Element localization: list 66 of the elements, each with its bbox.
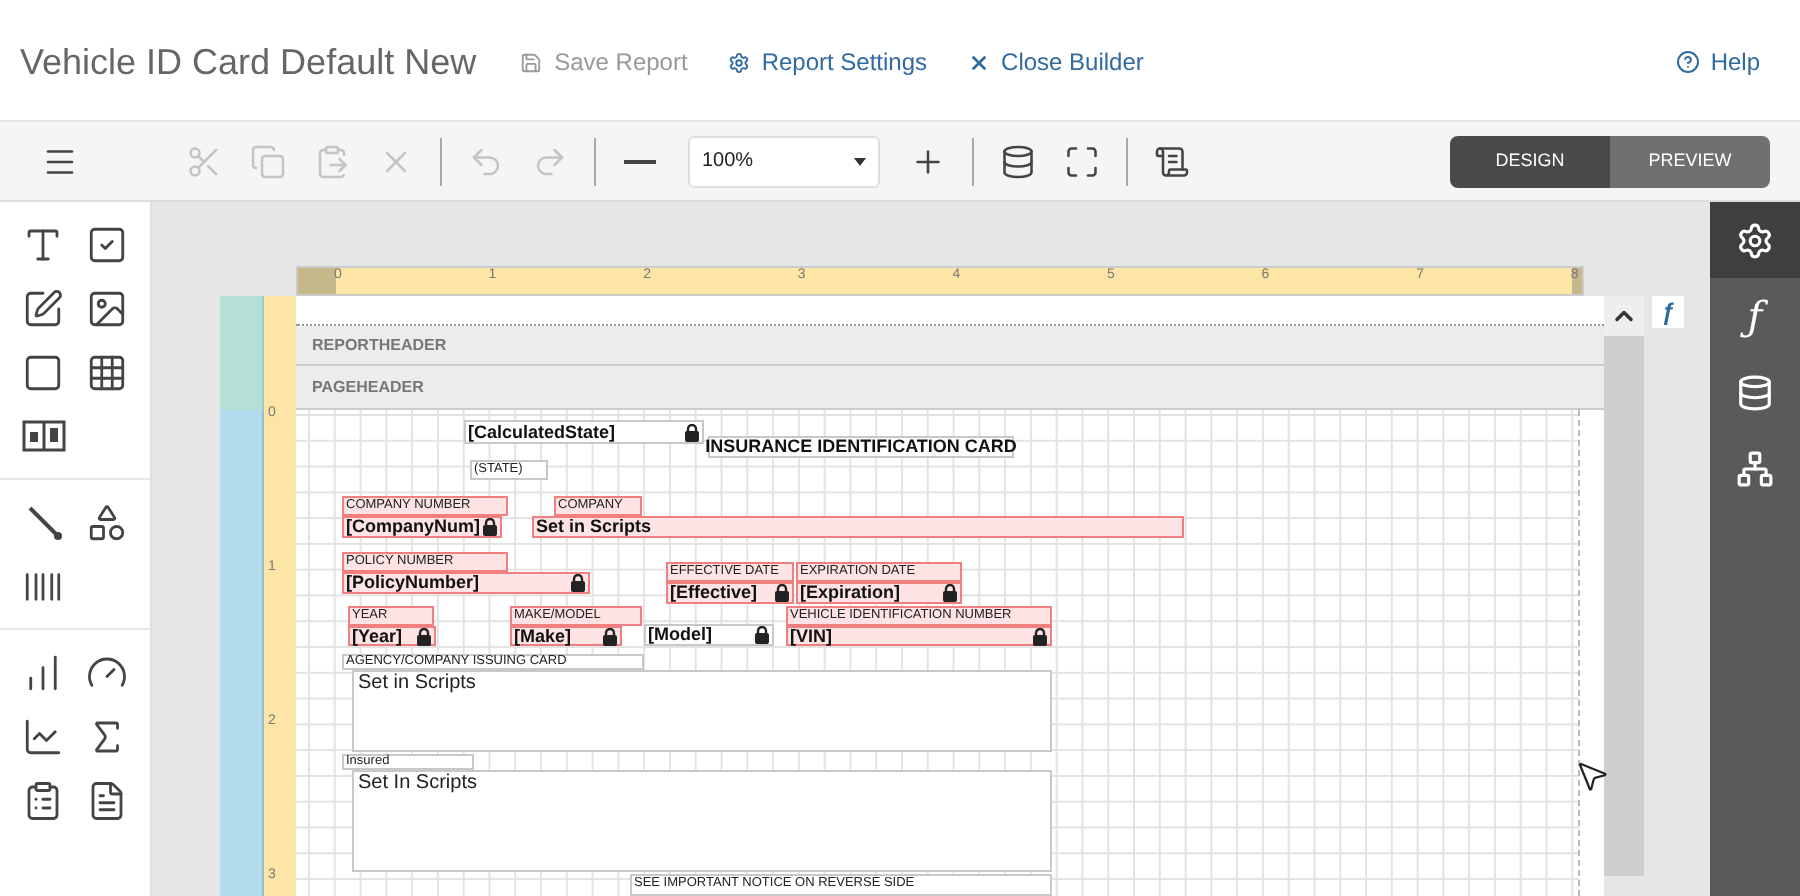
field-text: Set in Scripts	[358, 674, 476, 694]
data-field[interactable]: [PolicyNumber]	[342, 572, 590, 594]
scrollbar[interactable]	[1604, 336, 1644, 876]
settings-tab[interactable]	[1710, 202, 1800, 278]
paste-icon	[314, 143, 350, 179]
dropdown-caret-icon	[854, 157, 866, 165]
ruler-margin	[1572, 268, 1582, 294]
image-icon[interactable]	[85, 287, 128, 329]
scroll-up-button[interactable]	[1604, 296, 1644, 336]
field-text: [CompanyNum]	[346, 518, 480, 536]
field-text: Set in Scripts	[536, 518, 652, 536]
data-field[interactable]: [Year]	[348, 626, 436, 646]
view-tab[interactable]: DESIGN	[1450, 135, 1610, 187]
zoom-select[interactable]: 100%	[688, 135, 880, 187]
field-text: [VIN]	[790, 627, 832, 645]
view-tab[interactable]: PREVIEW	[1610, 135, 1770, 187]
checkbox-icon[interactable]	[85, 223, 128, 265]
report-title: Vehicle ID Card Default New	[20, 39, 477, 85]
zoom-value: 100%	[702, 148, 754, 176]
data-field[interactable]: [VIN]	[786, 626, 1052, 646]
field-text: [CalculatedState]	[468, 423, 616, 441]
help-link[interactable]: Help	[1676, 44, 1760, 80]
settings-icon	[1736, 221, 1774, 259]
field-text: [Model]	[648, 626, 712, 644]
line-icon[interactable]	[23, 502, 64, 542]
gear-icon	[727, 51, 750, 73]
data-field[interactable]: [CalculatedState]	[464, 420, 704, 444]
close-icon	[967, 51, 990, 73]
header-link[interactable]: Close Builder	[967, 44, 1144, 80]
function-tab[interactable]: ƒ	[1710, 278, 1800, 354]
expand-icon	[1064, 143, 1100, 179]
field-text: Set In Scripts	[358, 774, 477, 794]
band-header[interactable]: REPORTHEADER	[296, 326, 1604, 366]
data-field[interactable]: [Make]	[510, 626, 622, 646]
text-box[interactable]: Set in Scripts	[352, 670, 1052, 752]
square-icon[interactable]	[22, 351, 65, 393]
text-box[interactable]: Set In Scripts	[352, 770, 1052, 872]
data-field[interactable]: [Effective]	[666, 582, 794, 604]
band-header[interactable]: PAGEHEADER	[296, 366, 1604, 410]
help-icon	[1676, 50, 1701, 74]
data-field[interactable]: Set in Scripts	[532, 516, 1184, 538]
copy-icon	[250, 143, 286, 179]
field-text: [Year]	[352, 627, 403, 645]
undo-icon	[468, 143, 504, 179]
edit-icon[interactable]	[22, 287, 65, 329]
function-button[interactable]: ƒ	[1652, 296, 1684, 328]
table-icon[interactable]	[85, 351, 128, 393]
field-text: [Expiration]	[800, 584, 901, 602]
scissors-icon	[186, 143, 222, 179]
hierarchy-icon	[1736, 449, 1774, 487]
ruler-margin	[298, 268, 336, 294]
shapes-icon[interactable]	[85, 501, 128, 543]
line-chart-icon[interactable]	[22, 715, 65, 757]
database-icon	[1000, 143, 1036, 179]
save-icon	[520, 51, 543, 73]
database-icon	[1736, 373, 1774, 411]
redo-icon	[532, 143, 568, 179]
data-field[interactable]: [Expiration]	[796, 582, 962, 604]
header-link[interactable]: Report Settings	[727, 44, 928, 80]
field-text: [Make]	[514, 627, 572, 645]
data-field[interactable]: [Model]	[644, 624, 774, 646]
data-field[interactable]: [CompanyNum]	[342, 516, 502, 538]
field-text: [PolicyNumber]	[346, 574, 480, 592]
scroll-icon	[1154, 143, 1190, 179]
two-box-icon[interactable]	[21, 420, 66, 452]
field-text: [Effective]	[670, 584, 758, 602]
